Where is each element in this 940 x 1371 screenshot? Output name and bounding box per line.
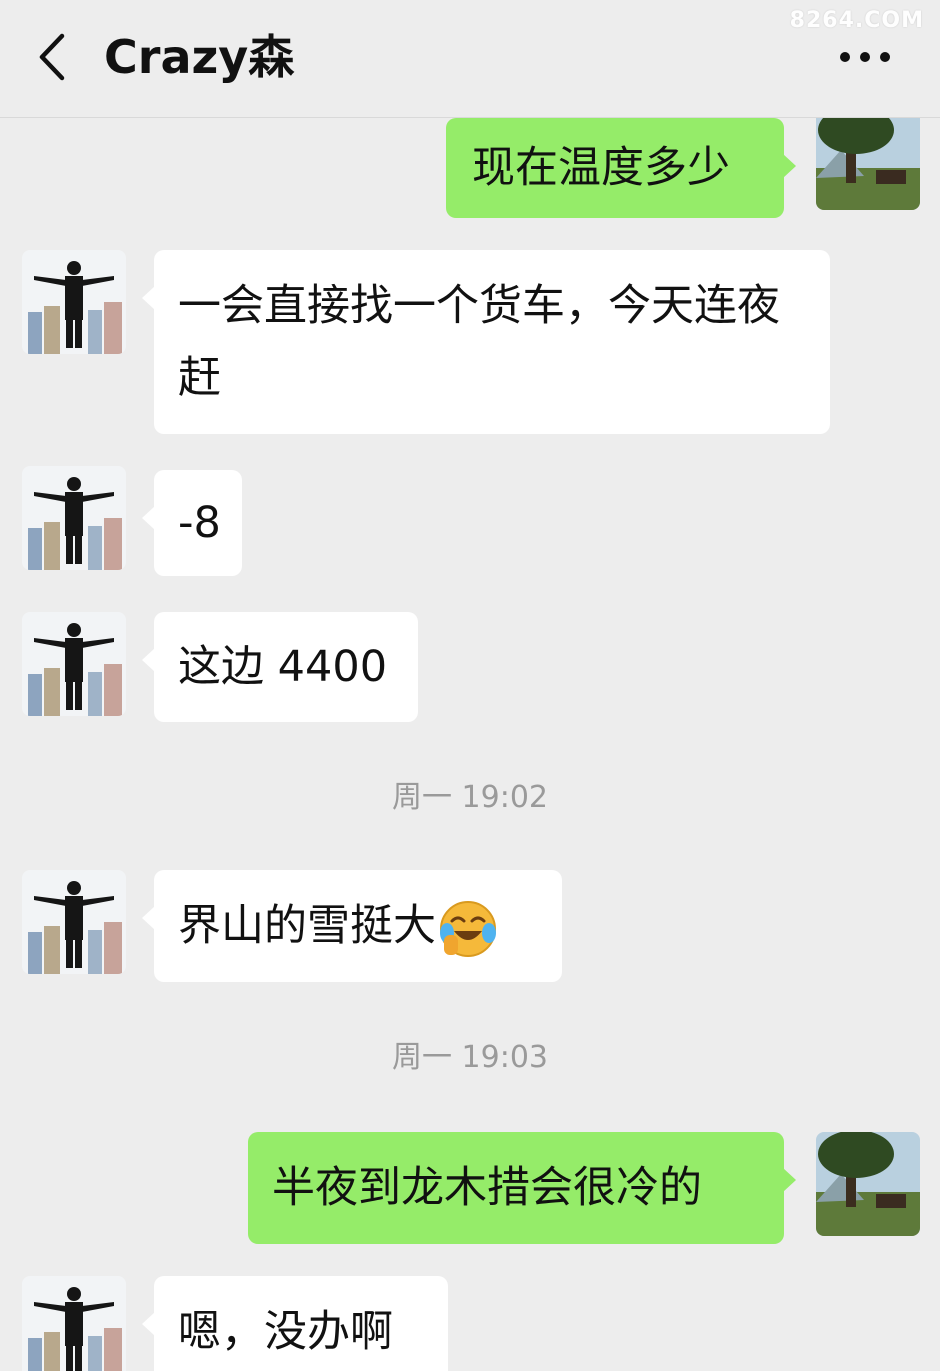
contact-avatar[interactable]: [22, 870, 126, 974]
my-avatar[interactable]: [816, 1132, 920, 1236]
my-avatar[interactable]: [816, 118, 920, 210]
message-bubble[interactable]: 这边 4400: [142, 612, 418, 722]
message-bubble[interactable]: 界山的雪挺大: [142, 870, 562, 982]
timestamp: 周一 19:02: [392, 780, 548, 815]
message-bubble[interactable]: 一会直接找一个货车，今天连夜赶: [142, 250, 830, 434]
chat-header: Crazy森 8264.COM: [0, 0, 940, 118]
more-dots-icon[interactable]: [838, 50, 892, 64]
timestamp: 周一 19:03: [392, 1040, 548, 1075]
message-bubble[interactable]: 半夜到龙木措会很冷的: [248, 1132, 796, 1244]
message-bubble[interactable]: 现在温度多少: [446, 118, 796, 218]
message-list[interactable]: 现在温度多少 一会直接找一个货车，今天连夜赶 -8 这边 4400 周一 19:…: [0, 118, 940, 1371]
face-with-tears-of-joy-icon: [440, 900, 496, 957]
contact-avatar[interactable]: [22, 1276, 126, 1371]
contact-avatar[interactable]: [22, 466, 126, 570]
message-bubble[interactable]: -8: [142, 470, 242, 576]
watermark: 8264.COM: [789, 8, 924, 33]
contact-avatar[interactable]: [22, 612, 126, 716]
chat-title: Crazy森: [104, 30, 295, 84]
message-bubble[interactable]: 嗯，没办啊: [142, 1276, 448, 1371]
chevron-left-icon[interactable]: [34, 32, 70, 82]
message-text: 界山的雪挺大: [178, 901, 436, 951]
contact-avatar[interactable]: [22, 250, 126, 354]
